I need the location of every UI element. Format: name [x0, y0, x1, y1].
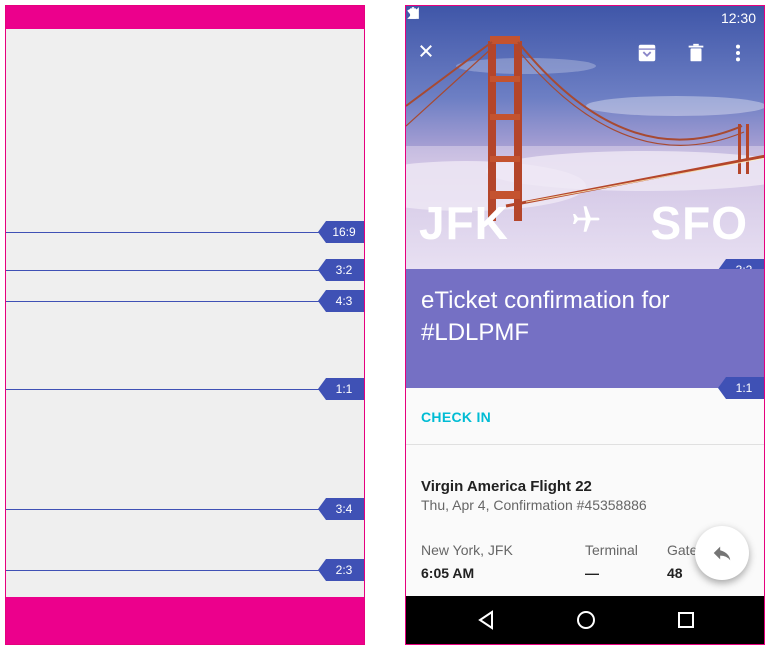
- check-in-button[interactable]: CHECK IN: [421, 409, 491, 425]
- keyline-rule: [6, 232, 364, 233]
- divider: [406, 444, 764, 445]
- gate-value: 48: [667, 565, 683, 581]
- archive-button[interactable]: [636, 42, 668, 74]
- title-panel: eTicket confirmation for #LDLPMF: [406, 269, 764, 388]
- home-icon[interactable]: [574, 608, 598, 632]
- keyline-bottom-bar: [6, 597, 364, 644]
- ratio-tag: 3:2: [318, 259, 364, 281]
- archive-icon: [638, 44, 656, 62]
- more-options-button[interactable]: [727, 42, 759, 74]
- status-bar: 12:30: [406, 6, 764, 30]
- ratio-tag: 1:1: [318, 378, 364, 400]
- keyline-rule: [6, 570, 364, 571]
- flight-details: Thu, Apr 4, Confirmation #45358886: [421, 497, 647, 513]
- ratio-tag: 2:3: [318, 559, 364, 581]
- ratio-tag: 3:4: [318, 498, 364, 520]
- reply-icon: [713, 546, 731, 561]
- screen: 16:9 3:2 4:3 1:1 3:4 2:3 12:30 JFK SFO e…: [0, 0, 771, 650]
- origin-airport: JFK: [419, 197, 509, 249]
- recents-icon[interactable]: [674, 608, 698, 632]
- delete-icon: [688, 43, 704, 62]
- back-icon[interactable]: [474, 608, 498, 632]
- keyline-diagram: 16:9 3:2 4:3 1:1 3:4 2:3: [5, 5, 365, 645]
- terminal-label: Terminal: [585, 542, 638, 558]
- battery-icon: [410, 7, 416, 19]
- departure-city-label: New York, JFK: [421, 542, 513, 558]
- close-button[interactable]: [417, 42, 449, 74]
- route-header: JFK SFO: [406, 196, 764, 249]
- close-icon: [420, 45, 432, 57]
- departure-time: 6:05 AM: [421, 565, 475, 581]
- ratio-tag: 4:3: [318, 290, 364, 312]
- keyline-top-bar: [6, 6, 364, 29]
- destination-airport: SFO: [650, 197, 748, 249]
- status-time: 12:30: [720, 10, 756, 26]
- airplane-icon: [572, 206, 600, 232]
- gate-label: Gate: [667, 542, 698, 558]
- flight-name: Virgin America Flight 22: [421, 478, 592, 495]
- keyline-rule: [6, 270, 364, 271]
- keyline-rule: [6, 509, 364, 510]
- toolbar: [406, 38, 764, 78]
- hero-image: 12:30 JFK SFO: [406, 6, 764, 269]
- more-vert-icon: [735, 44, 741, 62]
- terminal-value: —: [585, 565, 599, 581]
- keyline-rule: [6, 301, 364, 302]
- keyline-rule: [6, 389, 364, 390]
- system-nav-bar: [406, 596, 764, 644]
- ratio-tag: 16:9: [318, 221, 364, 243]
- email-title: eTicket confirmation for #LDLPMF: [421, 287, 670, 346]
- ratio-tag: 1:1: [718, 377, 764, 399]
- reply-button[interactable]: [695, 526, 749, 580]
- phone-screen: 12:30 JFK SFO eTicket confirmation for #…: [405, 5, 765, 645]
- delete-button[interactable]: [685, 42, 717, 74]
